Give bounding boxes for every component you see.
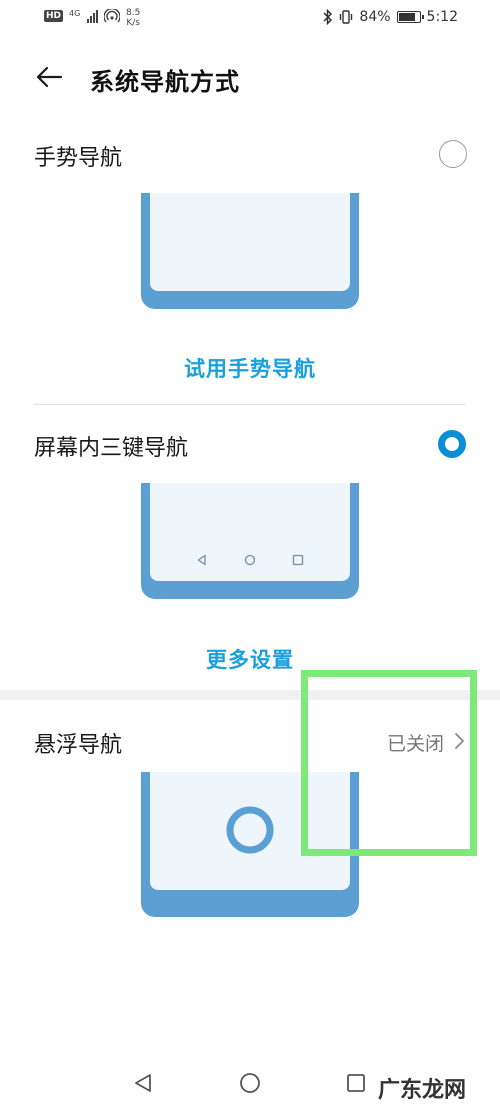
back-key-icon — [197, 554, 206, 566]
clock: 5:12 — [426, 9, 458, 25]
system-nav-bar: 广东龙网 — [0, 1058, 500, 1108]
floating-dock-icon — [226, 806, 274, 854]
page-title: 系统导航方式 — [90, 68, 240, 96]
divider — [34, 404, 466, 405]
network-type: 4G — [69, 9, 81, 18]
network-speed: 8.5 K/s — [126, 8, 140, 28]
watermark: 广东龙网 — [373, 1072, 470, 1104]
radio-three-key[interactable] — [438, 430, 466, 458]
bluetooth-icon — [323, 9, 333, 25]
back-arrow-icon[interactable] — [34, 62, 64, 92]
nav-home-icon[interactable] — [239, 1072, 261, 1094]
status-left: HD 4G 8.5 K/s — [44, 8, 140, 28]
hd-badge: HD — [44, 10, 64, 22]
signal-bars-icon — [87, 10, 99, 23]
app-header: 系统导航方式 — [0, 52, 500, 104]
option-floating-title: 悬浮导航 — [34, 733, 123, 758]
try-gesture-link[interactable]: 试用手势导航 — [0, 353, 500, 383]
hotspot-icon — [104, 9, 121, 23]
option-three-key-title: 屏幕内三键导航 — [34, 436, 189, 461]
recent-key-icon — [292, 554, 304, 566]
battery-percent: 84% — [359, 9, 391, 25]
gesture-preview — [141, 193, 359, 309]
nav-recents-icon[interactable] — [345, 1072, 367, 1094]
highlight-box — [301, 670, 477, 856]
option-gesture-title: 手势导航 — [34, 146, 123, 171]
phone-screen — [150, 483, 350, 581]
network-speed-value: 8.5 — [126, 8, 141, 18]
home-key-icon — [244, 554, 256, 566]
battery-icon — [396, 11, 424, 23]
radio-gesture[interactable] — [439, 140, 467, 168]
battery-level — [398, 13, 416, 21]
status-right: 84% 5:12 — [323, 9, 458, 25]
three-key-preview — [141, 483, 359, 599]
status-bar: HD 4G 8.5 K/s 84% 5:12 — [0, 0, 500, 38]
vibrate-icon — [340, 10, 353, 24]
nav-back-icon[interactable] — [132, 1072, 154, 1094]
phone-screen — [150, 193, 350, 291]
network-speed-unit: K/s — [126, 18, 140, 28]
